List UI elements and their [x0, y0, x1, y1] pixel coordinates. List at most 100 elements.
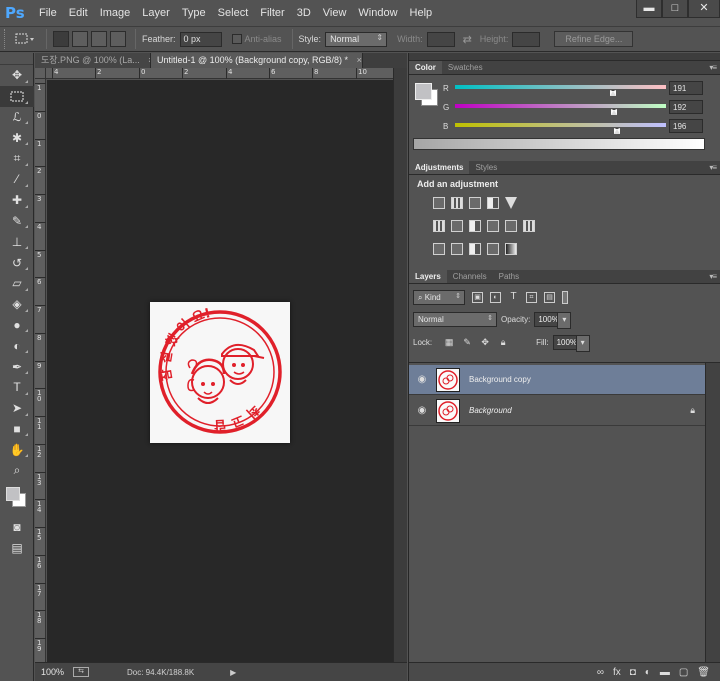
layer-row-background[interactable]: ◉ Background 🔒︎	[409, 396, 705, 426]
lock-transparent-icon[interactable]: ▦	[444, 337, 454, 347]
menu-file[interactable]: File	[39, 0, 57, 26]
tab-adjustments[interactable]: Adjustments	[409, 161, 470, 174]
menu-image[interactable]: Image	[100, 0, 131, 26]
color-lookup-icon[interactable]	[523, 220, 535, 232]
pen-tool-icon[interactable]: ✒	[0, 356, 34, 377]
color-balance-icon[interactable]	[451, 220, 463, 232]
hue-saturation-icon[interactable]	[433, 220, 445, 232]
layers-scrollbar[interactable]	[705, 363, 720, 681]
eraser-tool-icon[interactable]: ▱	[0, 273, 34, 294]
tab-color[interactable]: Color	[409, 61, 442, 74]
new-layer-icon[interactable]: ▢	[679, 667, 688, 678]
screen-mode-icon[interactable]: ▤	[0, 538, 34, 559]
clone-stamp-tool-icon[interactable]: ⊥	[0, 231, 34, 252]
visibility-eye-icon[interactable]: ◉	[416, 405, 428, 417]
visibility-eye-icon[interactable]: ◉	[416, 374, 428, 386]
layer-style-icon[interactable]: fx	[613, 667, 621, 678]
foreground-color-swatch[interactable]	[6, 486, 20, 501]
tab-stamp-png[interactable]: 도장.PNG @ 100% (La... ×	[35, 53, 151, 68]
menu-help[interactable]: Help	[410, 0, 433, 26]
color-spectrum-bar[interactable]	[413, 138, 705, 150]
zoom-level-field[interactable]: 100%	[41, 667, 69, 677]
panel-collapse-strip[interactable]	[409, 53, 720, 61]
threshold-icon[interactable]	[469, 243, 481, 255]
height-input[interactable]	[512, 31, 541, 47]
gradient-map-icon[interactable]	[505, 243, 517, 255]
slider-blue[interactable]: B 196	[441, 119, 719, 136]
subtract-from-selection-icon[interactable]	[91, 31, 107, 47]
lock-image-icon[interactable]: ✎	[462, 337, 472, 347]
fill-input[interactable]: 100%	[552, 334, 590, 352]
type-filter-icon[interactable]: T	[508, 291, 519, 303]
new-group-icon[interactable]: ▬	[660, 667, 670, 678]
add-to-selection-icon[interactable]	[72, 31, 88, 47]
move-tool-icon[interactable]: ✥	[0, 65, 34, 86]
lock-all-icon[interactable]: 🔒︎	[498, 337, 508, 347]
marquee-preset-icon[interactable]	[12, 29, 40, 49]
panel-menu-icon[interactable]: ▾≡	[709, 272, 717, 281]
menu-3d[interactable]: 3D	[297, 0, 311, 26]
slider-green[interactable]: G 192	[441, 100, 719, 117]
dodge-tool-icon[interactable]: ◐	[0, 335, 34, 356]
channel-value-input[interactable]: 191	[669, 81, 703, 95]
new-adjustment-layer-icon[interactable]: ◐	[645, 667, 651, 678]
curves-icon[interactable]	[469, 197, 481, 209]
minimize-button[interactable]: ▬	[636, 0, 662, 18]
hand-tool-icon[interactable]: ✋	[0, 439, 34, 460]
slider-track[interactable]	[455, 85, 666, 89]
delete-layer-icon[interactable]: 🗑︎	[697, 667, 710, 678]
horizontal-ruler[interactable]: 4 2 0 2 4 6 8 10	[46, 68, 393, 79]
slider-track[interactable]	[455, 104, 666, 108]
lasso-tool-icon[interactable]: ℒ	[0, 107, 34, 128]
blur-tool-icon[interactable]: ●	[0, 315, 34, 336]
shape-filter-icon[interactable]: ⌗	[526, 291, 537, 303]
lock-position-icon[interactable]: ✥	[480, 337, 490, 347]
menu-select[interactable]: Select	[218, 0, 249, 26]
menu-view[interactable]: View	[323, 0, 347, 26]
paint-bucket-tool-icon[interactable]: ◈	[0, 294, 34, 315]
refine-edge-button[interactable]: Refine Edge...	[554, 31, 634, 47]
black-white-icon[interactable]	[469, 220, 481, 232]
rect-marquee-tool-icon[interactable]	[0, 85, 34, 107]
toolbox-header[interactable]	[0, 53, 33, 65]
adjustment-filter-icon[interactable]: ◐	[490, 291, 501, 303]
intersect-selection-icon[interactable]	[110, 31, 126, 47]
layer-thumbnail[interactable]	[436, 368, 460, 392]
photo-filter-icon[interactable]	[487, 220, 499, 232]
link-layers-icon[interactable]: ∞	[597, 667, 604, 678]
close-button[interactable]: ✕	[688, 0, 720, 18]
anti-alias-checkbox[interactable]	[231, 34, 242, 44]
slider-thumb[interactable]	[614, 128, 621, 134]
opacity-input[interactable]: 100%	[534, 311, 572, 329]
layer-kind-select[interactable]: ⌕ Kind	[413, 289, 465, 305]
slider-thumb[interactable]	[610, 109, 617, 115]
healing-brush-tool-icon[interactable]: ✚	[0, 190, 34, 211]
type-tool-icon[interactable]: T	[0, 377, 34, 398]
add-mask-icon[interactable]: ◘	[630, 667, 636, 678]
status-menu-icon[interactable]: ▶	[230, 668, 236, 677]
proof-icon[interactable]: ⇆	[73, 667, 89, 677]
levels-icon[interactable]	[451, 197, 463, 209]
path-selection-tool-icon[interactable]: ➤	[0, 398, 34, 419]
swap-icon[interactable]: ⇄	[463, 33, 472, 46]
zoom-tool-icon[interactable]: ⌕	[0, 460, 34, 481]
feather-input[interactable]: 0 px	[179, 31, 222, 47]
tab-swatches[interactable]: Swatches	[442, 61, 489, 74]
invert-icon[interactable]	[433, 243, 445, 255]
tab-layers[interactable]: Layers	[409, 270, 447, 283]
maximize-button[interactable]: □	[662, 0, 688, 18]
tab-paths[interactable]: Paths	[493, 270, 525, 283]
brightness-contrast-icon[interactable]	[433, 197, 445, 209]
history-brush-tool-icon[interactable]: ↺	[0, 252, 34, 273]
width-input[interactable]	[426, 31, 455, 47]
layer-thumbnail[interactable]	[436, 399, 460, 423]
eyedropper-tool-icon[interactable]: ⁄	[0, 169, 34, 190]
posterize-icon[interactable]	[451, 243, 463, 255]
slider-track[interactable]	[455, 123, 666, 127]
menu-type[interactable]: Type	[182, 0, 206, 26]
smart-object-filter-icon[interactable]: ▤	[544, 291, 555, 303]
vibrance-icon[interactable]	[505, 197, 517, 209]
rectangle-shape-tool-icon[interactable]: ■	[0, 419, 34, 440]
color-swatches[interactable]	[0, 481, 33, 517]
slider-red[interactable]: R 191	[441, 81, 719, 98]
